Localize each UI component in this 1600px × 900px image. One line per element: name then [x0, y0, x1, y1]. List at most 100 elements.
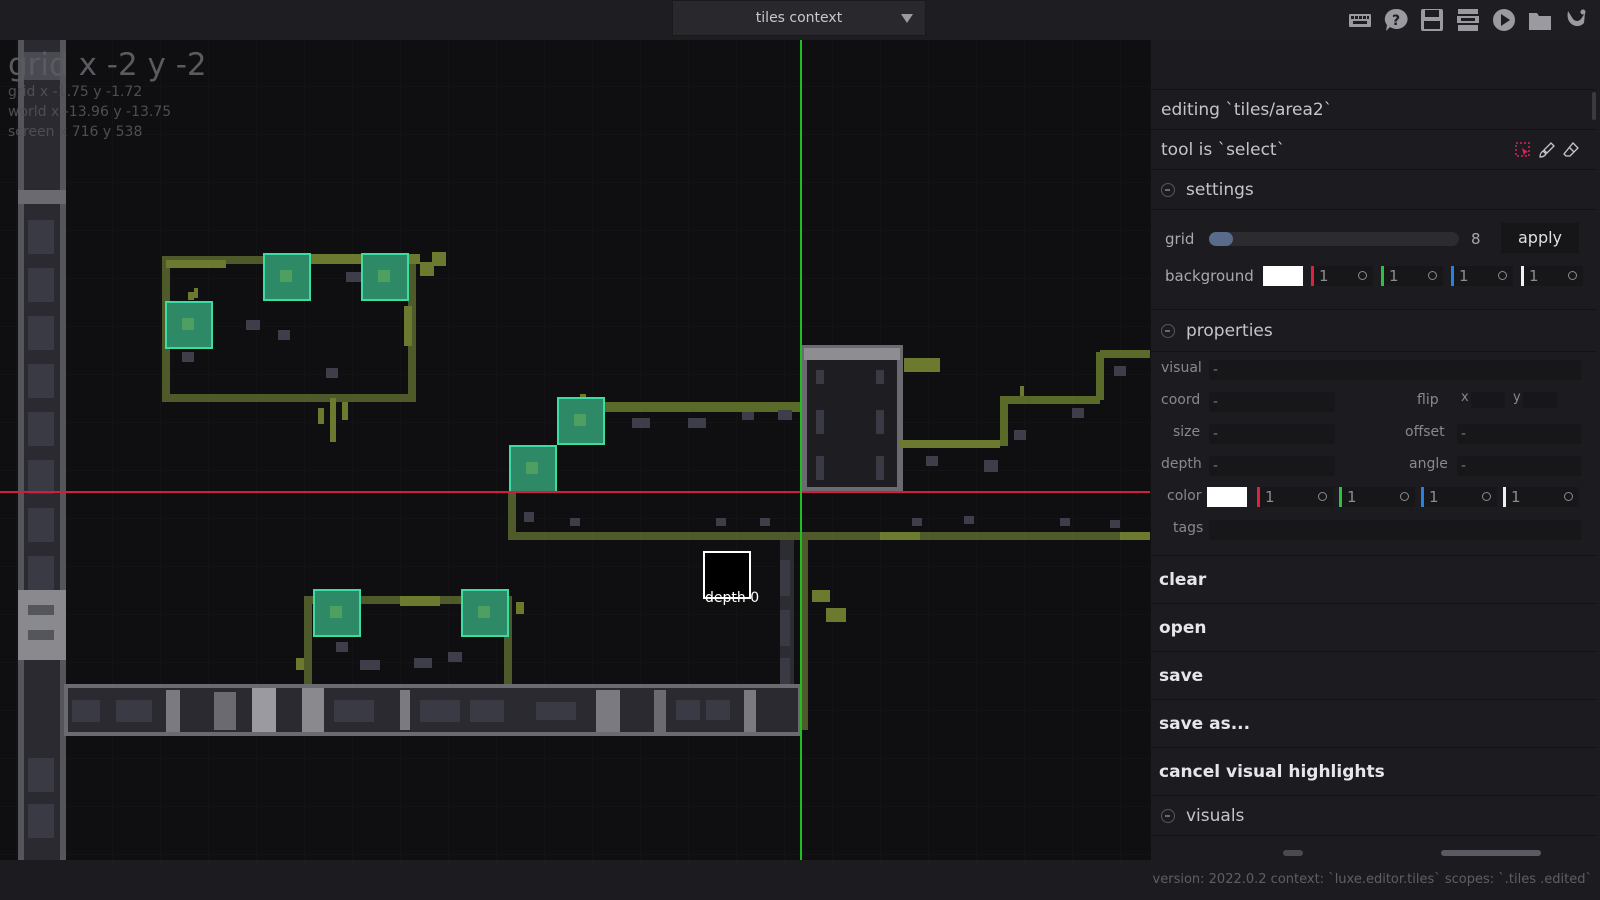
visuals-scroll-thumb-left[interactable] [1283, 850, 1303, 856]
visuals-header-label: visuals [1186, 806, 1245, 826]
brush-icon[interactable] [1539, 142, 1555, 158]
background-channel-green[interactable]: 1 [1381, 266, 1443, 286]
size-label: size [1173, 424, 1201, 440]
channel-knob-icon[interactable] [1482, 492, 1491, 501]
color-channel-alpha[interactable]: 1 [1503, 487, 1579, 507]
depth-field[interactable]: - [1209, 456, 1335, 476]
stone-floor-bottom [64, 684, 802, 736]
chevron-down-icon [901, 14, 913, 23]
background-color-swatch[interactable] [1263, 266, 1303, 286]
collapse-icon[interactable] [1161, 324, 1175, 338]
flip-x-checkbox[interactable] [1471, 392, 1505, 408]
visuals-scroll-thumb-right[interactable] [1441, 850, 1541, 856]
flip-y-checkbox[interactable] [1523, 392, 1557, 408]
channel-knob-icon[interactable] [1358, 271, 1367, 280]
cancel-visual-highlights-button[interactable]: cancel visual highlights [1151, 748, 1597, 796]
tool-label: tool is `select` [1161, 140, 1286, 160]
settings-header[interactable]: settings [1151, 170, 1597, 210]
channel-bar [1257, 487, 1260, 507]
save-label: save [1159, 666, 1204, 686]
eraser-icon[interactable] [1563, 142, 1579, 158]
coord-label: coord [1161, 392, 1201, 408]
channel-knob-icon[interactable] [1568, 271, 1577, 280]
cursor-depth-label: depth 0 [705, 590, 760, 606]
color-channel-blue[interactable]: 1 [1421, 487, 1497, 507]
open-label: open [1159, 618, 1207, 638]
grid-value: 8 [1471, 230, 1481, 248]
background-channel-red[interactable]: 1 [1311, 266, 1373, 286]
channel-knob-icon[interactable] [1318, 492, 1327, 501]
channel-bar [1381, 266, 1384, 286]
channel-knob-icon[interactable] [1400, 492, 1409, 501]
color-channel-red[interactable]: 1 [1257, 487, 1333, 507]
background-channel-blue[interactable]: 1 [1451, 266, 1513, 286]
color-channel-green[interactable]: 1 [1339, 487, 1415, 507]
channel-bar [1339, 487, 1342, 507]
background-green-value: 1 [1389, 267, 1399, 285]
top-bar: tiles context ? [0, 0, 1600, 40]
clear-button[interactable]: clear [1151, 556, 1597, 604]
settings-body: grid 8 apply background 1 1 1 1 [1151, 210, 1597, 310]
grid-slider-fill [1209, 232, 1233, 246]
background-red-value: 1 [1319, 267, 1329, 285]
save-as-button[interactable]: save as... [1151, 700, 1597, 748]
background-blue-value: 1 [1459, 267, 1469, 285]
svg-text:?: ? [1392, 13, 1400, 29]
flip-y-label: y [1513, 390, 1521, 405]
color-alpha-value: 1 [1511, 488, 1521, 506]
properties-header-label: properties [1186, 321, 1273, 341]
layers-icon[interactable] [1455, 7, 1481, 33]
color-green-value: 1 [1347, 488, 1357, 506]
visuals-header[interactable]: visuals [1151, 796, 1597, 836]
offset-field[interactable]: - [1457, 424, 1581, 444]
properties-header[interactable]: properties [1151, 310, 1597, 352]
save-button[interactable]: save [1151, 652, 1597, 700]
channel-bar [1311, 266, 1314, 286]
color-blue-value: 1 [1429, 488, 1439, 506]
luxe-logo-icon[interactable] [1563, 7, 1589, 33]
collapse-icon[interactable] [1161, 183, 1175, 197]
visual-label: visual [1161, 360, 1202, 376]
keyboard-icon[interactable] [1347, 7, 1373, 33]
collapse-icon[interactable] [1161, 809, 1175, 823]
panel-scrollbar[interactable] [1592, 92, 1596, 120]
cancel-highlights-label: cancel visual highlights [1159, 762, 1385, 782]
channel-knob-icon[interactable] [1428, 271, 1437, 280]
background-channel-alpha[interactable]: 1 [1521, 266, 1583, 286]
select-icon[interactable] [1515, 142, 1531, 158]
channel-bar [1421, 487, 1424, 507]
context-dropdown[interactable]: tiles context [672, 0, 926, 36]
save-as-label: save as... [1159, 714, 1251, 734]
folder-icon[interactable] [1527, 7, 1553, 33]
editing-title: editing `tiles/area2` [1151, 90, 1597, 130]
inspector-panel: editing `tiles/area2` tool is `select` s… [1151, 40, 1600, 860]
apply-button[interactable]: apply [1501, 223, 1579, 253]
flip-label: flip [1417, 392, 1439, 408]
channel-knob-icon[interactable] [1564, 492, 1573, 501]
flip-x-label: x [1461, 390, 1469, 405]
depth-label: depth [1161, 456, 1202, 472]
color-label: color [1167, 488, 1202, 504]
stone-column-left [18, 40, 66, 860]
visual-field[interactable]: - [1209, 360, 1581, 380]
coord-field[interactable]: - [1209, 392, 1335, 412]
play-icon[interactable] [1491, 7, 1517, 33]
tile-canvas[interactable]: grid x -2 y -2 grid x -1.75 y -1.72 worl… [0, 40, 1150, 860]
channel-bar [1451, 266, 1454, 286]
grid-slider[interactable] [1209, 232, 1459, 246]
color-swatch[interactable] [1207, 487, 1247, 507]
clear-label: clear [1159, 570, 1207, 590]
tags-field[interactable] [1209, 520, 1581, 540]
size-field[interactable]: - [1209, 424, 1335, 444]
channel-bar [1521, 266, 1524, 286]
save-icon[interactable] [1419, 7, 1445, 33]
open-button[interactable]: open [1151, 604, 1597, 652]
angle-field[interactable]: - [1457, 456, 1581, 476]
offset-label: offset [1405, 424, 1445, 440]
properties-body: visual - coord - flip x y size - offset … [1151, 352, 1597, 556]
status-bar: version: 2022.0.2 context: `luxe.editor.… [0, 860, 1600, 900]
help-icon[interactable]: ? [1383, 7, 1409, 33]
tags-label: tags [1173, 520, 1204, 536]
angle-label: angle [1409, 456, 1448, 472]
channel-knob-icon[interactable] [1498, 271, 1507, 280]
